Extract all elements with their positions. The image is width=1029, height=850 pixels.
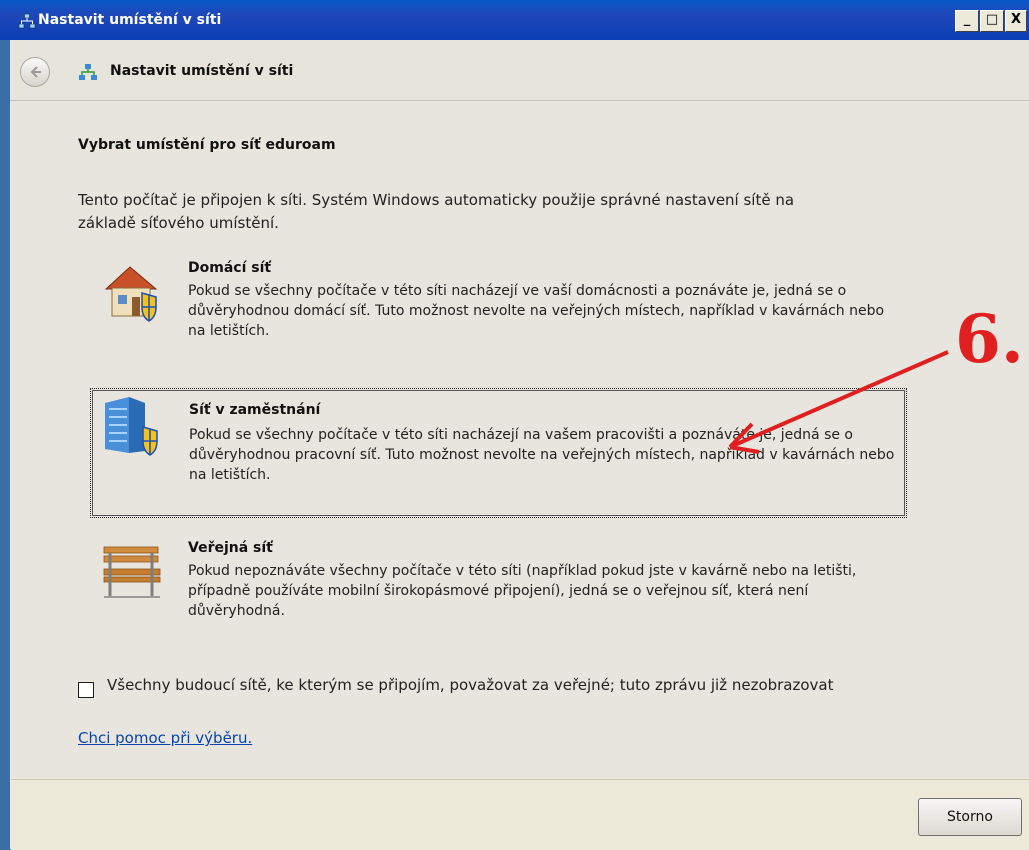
cancel-button[interactable]: Storno [918, 798, 1022, 836]
option-work-title: Síť v zaměstnání [189, 402, 321, 418]
public-networks-checkbox[interactable] [78, 682, 94, 698]
option-home-title: Domácí síť [188, 260, 272, 276]
window-border [0, 40, 10, 849]
option-public-network[interactable]: Veřejná síť Pokud nepoznáváte všechny po… [90, 533, 905, 661]
checkbox-label: Všechny budoucí sítě, ke kterým se připo… [107, 676, 834, 694]
dialog-window: Nastavit umístění v síti _ □ X Nastavit … [0, 0, 1029, 850]
help-link[interactable]: Chci pomoc při výběru. [78, 729, 252, 747]
back-arrow-icon [30, 66, 41, 78]
option-home-network[interactable]: Domácí síť Pokud se všechny počítače v t… [90, 253, 905, 381]
maximize-button[interactable]: □ [980, 10, 1004, 32]
network-icon [18, 13, 36, 29]
option-public-description: Pokud nepoznáváte všechny počítače v tét… [188, 563, 857, 619]
back-button[interactable] [20, 57, 50, 87]
option-public-title: Veřejná síť [188, 540, 273, 556]
section-heading: Vybrat umístění pro síť eduroam [78, 137, 336, 153]
annotation-number: 6. [955, 300, 1024, 378]
option-work-description: Pokud se všechny počítače v této síti na… [189, 427, 895, 483]
intro-text: Tento počítač je připojen k síti. Systém… [78, 191, 795, 232]
option-work-network[interactable]: Síť v zaměstnání Pokud se všechny počíta… [90, 388, 907, 518]
office-building-shield-icon [105, 397, 158, 456]
park-bench-icon [103, 546, 161, 598]
network-icon [79, 64, 97, 80]
button-bar [11, 779, 1029, 850]
window-title: Nastavit umístění v síti [38, 12, 222, 28]
close-button[interactable]: X [1005, 10, 1027, 32]
home-shield-icon [104, 266, 158, 322]
option-home-description: Pokud se všechny počítače v této síti na… [188, 283, 885, 339]
title-bar[interactable]: Nastavit umístění v síti _ □ X [0, 0, 1029, 40]
minimize-button[interactable]: _ [955, 10, 979, 32]
page-title: Nastavit umístění v síti [110, 63, 294, 79]
